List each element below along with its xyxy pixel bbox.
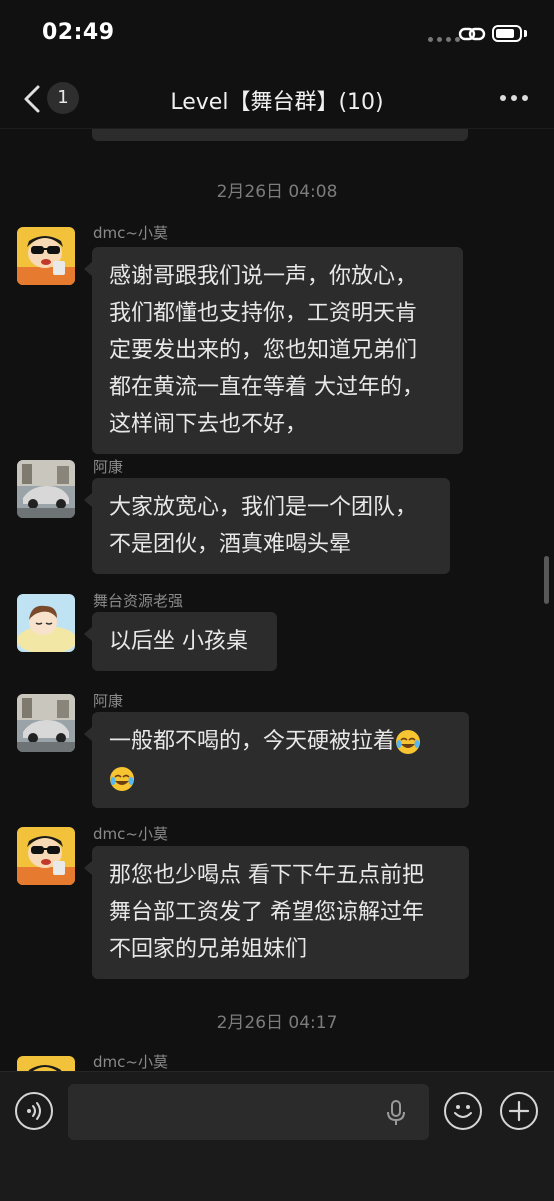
avatar-cartoon-boy[interactable]	[17, 827, 75, 885]
message-bubble[interactable]: 大家放宽心，我们是一个团队， 不是团伙，酒真难喝头晕	[84, 478, 450, 574]
previous-message-bubble[interactable]	[92, 129, 468, 141]
message-line: 这样闹下去也不好，	[109, 412, 308, 437]
avatar-anime-boy[interactable]	[17, 594, 75, 652]
message-line: 不回家的兄弟姐妹们	[109, 937, 308, 962]
status-time: 02:49	[42, 20, 115, 45]
battery-tip	[524, 30, 527, 37]
sender-name: 阿康	[93, 458, 124, 476]
sender-name: dmc~小莫	[93, 1053, 168, 1071]
message-bubble[interactable]: 以后坐 小孩桌	[84, 612, 277, 671]
link-icon	[458, 27, 486, 41]
battery-icon	[492, 25, 522, 42]
back-icon[interactable]	[18, 82, 50, 116]
message-bubble[interactable]: 那您也少喝点 看下下午五点前把 舞台部工资发了 希望您谅解过年 不回家的兄弟姐妹…	[84, 846, 469, 979]
message-bubble[interactable]: 一般都不喝的，今天硬被拉着	[84, 712, 469, 808]
tears-of-joy-emoji-icon	[396, 730, 421, 754]
unread-badge[interactable]: 1	[47, 82, 79, 114]
message-line: 定要发出来的，您也知道兄弟们	[109, 338, 418, 363]
sender-name: 阿康	[93, 692, 124, 710]
sender-name: dmc~小莫	[93, 224, 168, 242]
message-line: 舞台部工资发了 希望您谅解过年	[109, 900, 424, 925]
emoji-button[interactable]	[444, 1092, 482, 1130]
message-line: 那您也少喝点 看下下午五点前把	[109, 863, 424, 888]
message-line: 以后坐 小孩桌	[109, 629, 248, 654]
avatar-car-photo[interactable]	[17, 460, 75, 518]
message-input[interactable]	[68, 1084, 429, 1140]
more-actions-button[interactable]	[500, 1092, 538, 1130]
scrollbar[interactable]	[544, 556, 549, 604]
avatar-cartoon-boy[interactable]	[17, 227, 75, 285]
tears-of-joy-emoji-icon	[110, 767, 134, 791]
signal-icon	[428, 37, 460, 42]
voice-toggle-button[interactable]	[15, 1092, 53, 1130]
message-line: 都在黄流一直在等着 大过年的，	[109, 375, 424, 400]
message-line: 一般都不喝的，今天硬被拉着	[109, 729, 396, 754]
chat-title: Level【舞台群】(10)	[170, 90, 384, 115]
plus-icon	[508, 1100, 530, 1122]
message-line: 大家放宽心，我们是一个团队，	[109, 495, 418, 520]
sender-name: dmc~小莫	[93, 825, 168, 843]
smiley-icon	[454, 1105, 472, 1118]
input-bar	[0, 1071, 554, 1201]
timestamp: 2月26日 04:17	[216, 1013, 338, 1033]
voice-waves-icon	[27, 1102, 41, 1120]
more-options-icon[interactable]	[500, 95, 528, 101]
status-bar: 02:49	[0, 0, 554, 70]
microphone-icon[interactable]	[386, 1099, 406, 1127]
sender-name: 舞台资源老强	[93, 592, 184, 610]
message-list[interactable]: 2月26日 04:08 dmc~小莫 感谢哥跟我们说一声，你放心， 我们都懂也支…	[0, 129, 554, 1071]
chat-header: 1 Level【舞台群】(10)	[0, 70, 554, 129]
message-line: 不是团伙，酒真难喝头晕	[109, 532, 352, 557]
timestamp: 2月26日 04:08	[216, 182, 338, 202]
avatar-cartoon-boy[interactable]	[17, 1056, 75, 1071]
message-line: 我们都懂也支持你，工资明天肯	[109, 301, 418, 326]
avatar-car-photo[interactable]	[17, 694, 75, 752]
message-bubble[interactable]: 感谢哥跟我们说一声，你放心， 我们都懂也支持你，工资明天肯 定要发出来的，您也知…	[84, 247, 463, 454]
message-line: 感谢哥跟我们说一声，你放心，	[109, 264, 418, 289]
